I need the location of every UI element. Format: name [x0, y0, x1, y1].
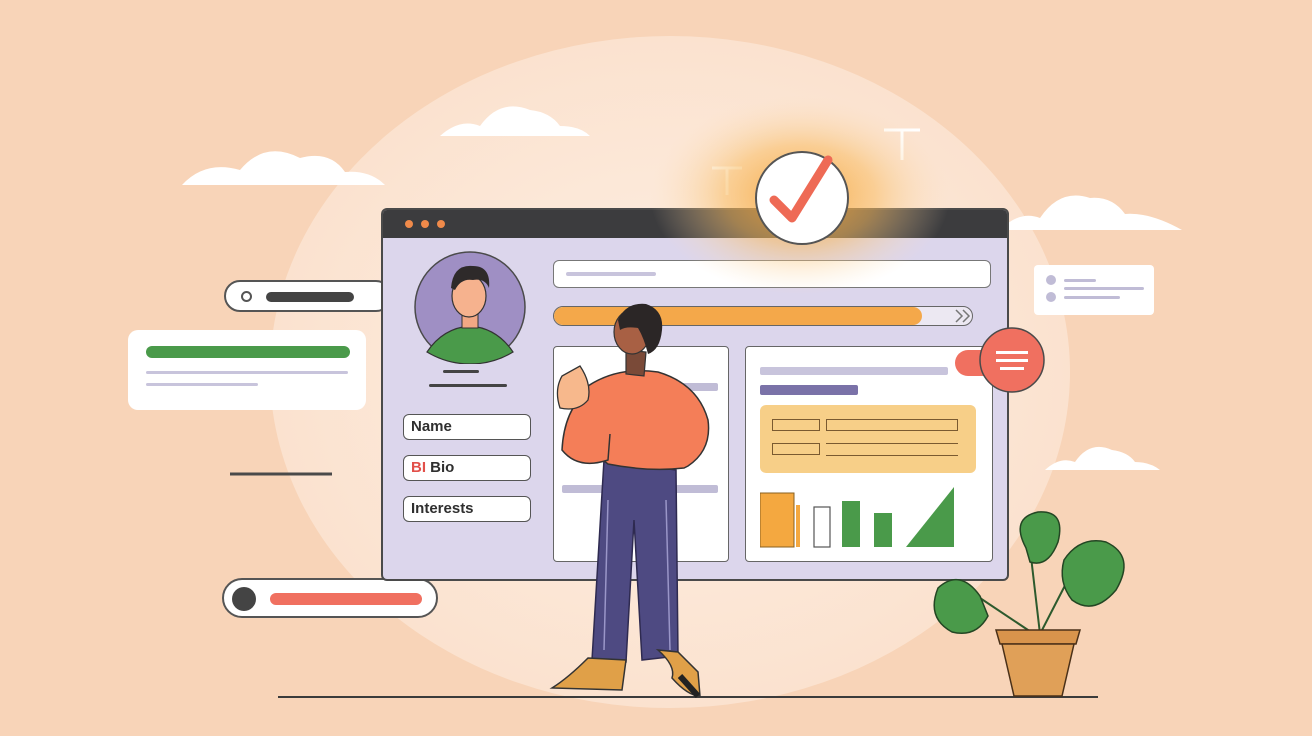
bio-prefix: BI [411, 459, 426, 476]
avatar-caption-line [429, 384, 507, 387]
avatar-caption-line [443, 370, 479, 373]
bio-field[interactable]: BI Bio [403, 455, 531, 481]
menu-icon[interactable] [978, 326, 1046, 394]
name-field[interactable]: Name [403, 414, 531, 440]
toggle-knob [232, 587, 256, 611]
toggle-pill-bottom[interactable] [222, 578, 438, 618]
plant-illustration [933, 511, 1125, 697]
name-field-label: Name [411, 418, 452, 435]
placeholder-line [146, 371, 348, 374]
info-box [760, 405, 976, 473]
red-progress-bar [270, 593, 422, 605]
toggle-pill-top[interactable] [224, 280, 392, 312]
green-progress-bar [146, 346, 350, 358]
note-card [1034, 265, 1154, 315]
chevron-right-icon [955, 309, 971, 323]
window-dot[interactable] [437, 220, 445, 228]
radio-icon [241, 291, 252, 302]
check-icon [755, 151, 849, 245]
placeholder-line [146, 383, 258, 386]
window-dot[interactable] [421, 220, 429, 228]
placeholder-bar [266, 292, 354, 302]
interests-field[interactable]: Interests [403, 496, 531, 522]
illustration-stage: Name BI Bio Interests [0, 0, 1312, 736]
window-dot[interactable] [405, 220, 413, 228]
bio-field-label: Bio [430, 459, 455, 476]
progress-card [128, 330, 366, 410]
bullet-icon [1046, 275, 1056, 285]
bullet-icon [1046, 292, 1056, 302]
person-illustration [549, 303, 710, 699]
avatar-illustration [414, 251, 526, 364]
interests-field-label: Interests [411, 500, 474, 517]
